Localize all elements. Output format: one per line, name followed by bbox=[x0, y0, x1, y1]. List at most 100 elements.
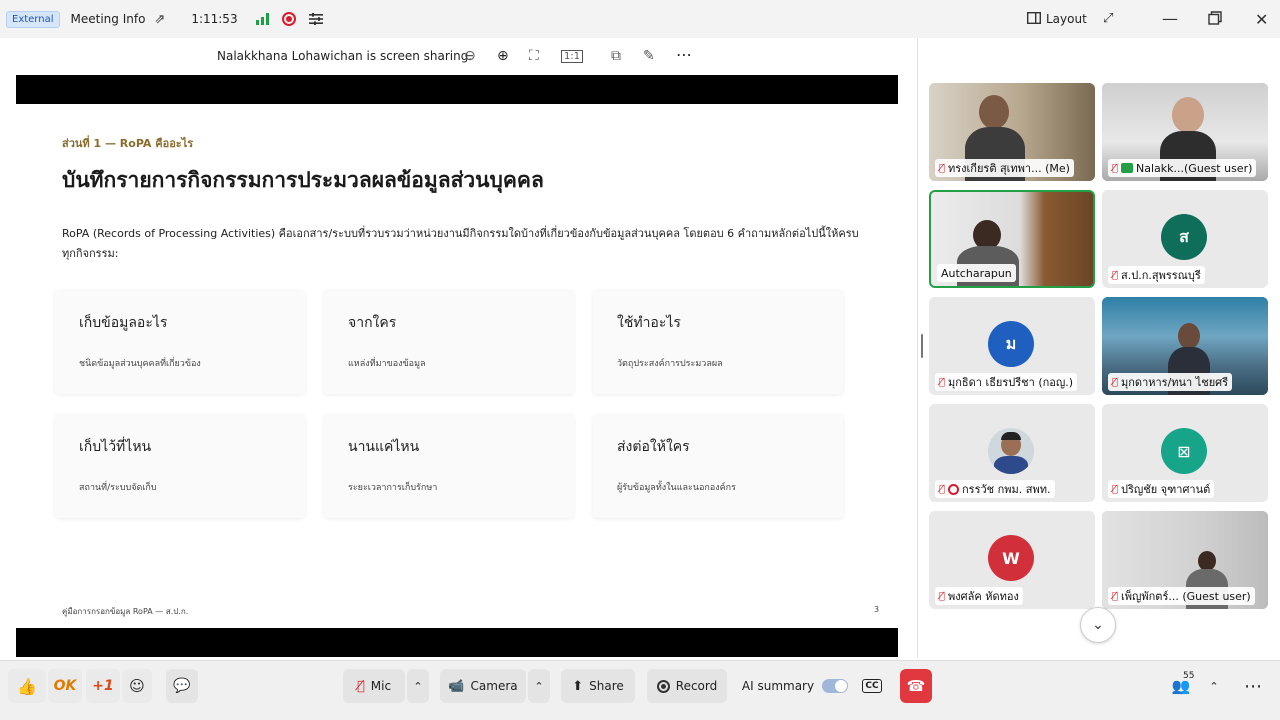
participant-name: พงศลัค หัดทอง bbox=[948, 590, 1019, 603]
plus-one-reaction-button[interactable]: +1 bbox=[86, 669, 120, 703]
participant-tile[interactable]: 🎙̸ มุกดาหาร/ทนา ไชยศรี bbox=[1102, 297, 1268, 395]
participant-name: Autcharapun bbox=[941, 266, 1012, 280]
participant-name: เพ็ญพักตร์... (Guest user) bbox=[1121, 590, 1251, 603]
title-bar: External Meeting Info ⇗ 1:11:53 Layout ⤢… bbox=[0, 0, 1280, 38]
camera-options-button[interactable]: ⌃ bbox=[528, 669, 550, 703]
card-title: เก็บไว้ที่ไหน bbox=[79, 439, 152, 455]
ai-summary-label: AI summary bbox=[741, 679, 815, 693]
screen-share-badge-icon bbox=[1121, 163, 1134, 173]
zoom-in-icon[interactable]: ⊕ bbox=[497, 48, 509, 64]
toggle-switch[interactable] bbox=[822, 679, 849, 693]
slide-title: บันทึกรายการกิจกรรมการประมวลผลข้อมูลส่วน… bbox=[62, 168, 544, 192]
presentation-slide: ส่วนที่ 1 — RoPA คืออะไร บันทึกรายการกิจ… bbox=[16, 104, 898, 628]
participant-name: ปริญชัย จุฑาศานต์ bbox=[1121, 483, 1211, 496]
slide-footer: คู่มือการกรอกข้อมูล RoPA — ส.ป.ก. bbox=[62, 607, 189, 616]
card-description: ผู้รับข้อมูลทั้งในและนอกองค์กร bbox=[617, 483, 736, 493]
participant-tile[interactable]: 🎙̸ เพ็ญพักตร์... (Guest user) bbox=[1102, 511, 1268, 609]
camera-label: Camera bbox=[470, 679, 518, 693]
chat-bubble-icon: 💬 bbox=[173, 678, 191, 694]
settings-sliders-icon[interactable] bbox=[308, 13, 323, 25]
pop-out-icon[interactable]: ⧉ bbox=[611, 48, 621, 64]
participant-tile[interactable]: 🎙̸ ทรงเกียรติ สุเทพา... (Me) bbox=[929, 83, 1095, 181]
chevron-up-icon: ⌃ bbox=[413, 679, 423, 693]
video-person bbox=[979, 95, 1009, 129]
ai-summary-toggle[interactable]: AI summary bbox=[738, 669, 852, 703]
letterbox-bottom bbox=[16, 628, 898, 657]
card-title: จากใคร bbox=[348, 315, 397, 331]
participant-avatar: ม bbox=[988, 321, 1034, 367]
meeting-window: External Meeting Info ⇗ 1:11:53 Layout ⤢… bbox=[0, 0, 1280, 720]
participant-name: ส.ป.ก.สุพรรณบุรี bbox=[1121, 269, 1201, 282]
question-card: ส่งต่อให้ใคร ผู้รับข้อมูลทั้งในและนอกองค… bbox=[593, 414, 843, 518]
annotate-pen-icon[interactable]: ✎ bbox=[643, 48, 655, 64]
participant-avatar: ส bbox=[1161, 214, 1207, 260]
share-label: Share bbox=[589, 679, 624, 693]
participant-tile[interactable]: 🎙̸ กรรวัช กพม. สพท. bbox=[929, 404, 1095, 502]
participant-tile[interactable]: ส 🎙̸ ส.ป.ก.สุพรรณบุรี bbox=[1102, 190, 1268, 288]
participant-tile[interactable]: ⊠ 🎙̸ ปริญชัย จุฑาศานต์ bbox=[1102, 404, 1268, 502]
zoom-out-icon[interactable]: ⊖ bbox=[464, 48, 476, 64]
participant-tile[interactable]: 🎙̸ Nalakk...(Guest user) bbox=[1102, 83, 1268, 181]
emoji-reaction-button[interactable]: ☺ bbox=[122, 669, 152, 703]
video-person bbox=[1198, 551, 1216, 571]
share-link-icon[interactable]: ⇗ bbox=[154, 12, 165, 27]
panel-resize-handle[interactable] bbox=[921, 334, 923, 358]
leave-meeting-button[interactable]: ☎ bbox=[900, 669, 932, 703]
layout-button[interactable]: Layout bbox=[1046, 12, 1087, 26]
camera-button[interactable]: 📹 Camera bbox=[440, 669, 526, 703]
share-button[interactable]: ⬆ Share bbox=[561, 669, 635, 703]
video-person bbox=[1172, 97, 1204, 133]
captions-button[interactable]: CC bbox=[858, 669, 886, 703]
chevron-up-icon: ⌃ bbox=[534, 679, 544, 693]
participant-name-label: 🎙̸ ปริญชัย จุฑาศานต์ bbox=[1108, 480, 1215, 498]
participant-name: มุกดาหาร/ทนา ไชยศรี bbox=[1121, 376, 1229, 389]
shared-screen: ส่วนที่ 1 — RoPA คืออะไร บันทึกรายการกิจ… bbox=[16, 75, 898, 657]
actual-size-icon[interactable]: 1:1 bbox=[561, 50, 584, 63]
mic-button[interactable]: 🎙̸ Mic bbox=[343, 669, 405, 703]
mic-off-icon: 🎙̸ bbox=[939, 162, 946, 174]
more-toolbar-button[interactable]: ⋯ bbox=[1236, 669, 1270, 703]
participants-button[interactable]: 👥 55 bbox=[1164, 669, 1198, 703]
close-window-icon[interactable]: ✕ bbox=[1255, 10, 1268, 29]
question-card: นานแค่ไหน ระยะเวลาการเก็บรักษา bbox=[324, 414, 574, 518]
mic-off-icon: 🎙̸ bbox=[939, 483, 946, 495]
mic-off-icon: 🎙̸ bbox=[356, 678, 365, 694]
chevron-down-icon: ⌄ bbox=[1092, 617, 1104, 633]
closed-captions-icon: CC bbox=[862, 679, 882, 693]
video-camera-icon: 📹 bbox=[448, 678, 465, 694]
fullscreen-icon[interactable]: ⤢ bbox=[1103, 11, 1113, 26]
card-title: ใช้ทำอะไร bbox=[617, 315, 681, 331]
participant-tile[interactable]: ม 🎙̸ มุกธิดา เธียรปรีชา (กอญ.) bbox=[929, 297, 1095, 395]
thumbs-up-reaction-button[interactable]: 👍 bbox=[8, 669, 46, 703]
participant-tile-active-speaker[interactable]: Autcharapun bbox=[929, 190, 1095, 288]
external-tag: External bbox=[6, 10, 60, 28]
restore-window-icon[interactable] bbox=[1208, 11, 1222, 25]
more-options-icon: ⋯ bbox=[1244, 675, 1262, 697]
chevron-up-icon: ⌃ bbox=[1209, 679, 1219, 693]
mic-off-icon: 🎙̸ bbox=[1112, 376, 1119, 388]
minimize-icon[interactable]: — bbox=[1162, 9, 1178, 28]
meeting-info-button[interactable]: Meeting Info bbox=[71, 12, 146, 26]
participant-count: 55 bbox=[1183, 671, 1195, 681]
ok-reaction-button[interactable]: OK bbox=[48, 669, 82, 703]
card-description: วัตถุประสงค์การประมวลผล bbox=[617, 359, 723, 369]
screen-sharing-status: Nalakkhana Lohawichan is screen sharing. bbox=[217, 49, 473, 63]
participant-name: กรรวัช กพม. สพท. bbox=[962, 483, 1051, 496]
layout-icon[interactable] bbox=[1027, 12, 1041, 24]
network-signal-icon[interactable] bbox=[255, 13, 269, 25]
more-options-icon[interactable]: ⋯ bbox=[676, 45, 692, 64]
participant-name-label: 🎙̸ พงศลัค หัดทอง bbox=[935, 587, 1023, 605]
participant-tile[interactable]: W 🎙̸ พงศลัค หัดทอง bbox=[929, 511, 1095, 609]
record-button[interactable]: Record bbox=[647, 669, 727, 703]
participant-name-label: 🎙̸ มุกดาหาร/ทนา ไชยศรี bbox=[1108, 373, 1233, 391]
question-card: เก็บข้อมูลอะไร ชนิดข้อมูลส่วนบุคคลที่เกี… bbox=[55, 290, 305, 394]
plus-one-reaction-label: +1 bbox=[92, 678, 114, 694]
participants-options-button[interactable]: ⌃ bbox=[1202, 669, 1226, 703]
mic-options-button[interactable]: ⌃ bbox=[407, 669, 429, 703]
participant-name: มุกธิดา เธียรปรีชา (กอญ.) bbox=[948, 376, 1074, 389]
chat-button[interactable]: 💬 bbox=[166, 669, 198, 703]
fit-to-window-icon[interactable]: ⛶ bbox=[529, 48, 539, 64]
recording-indicator-icon[interactable] bbox=[281, 12, 296, 26]
scroll-gallery-down-button[interactable]: ⌄ bbox=[1080, 607, 1116, 643]
panel-divider bbox=[917, 38, 918, 658]
